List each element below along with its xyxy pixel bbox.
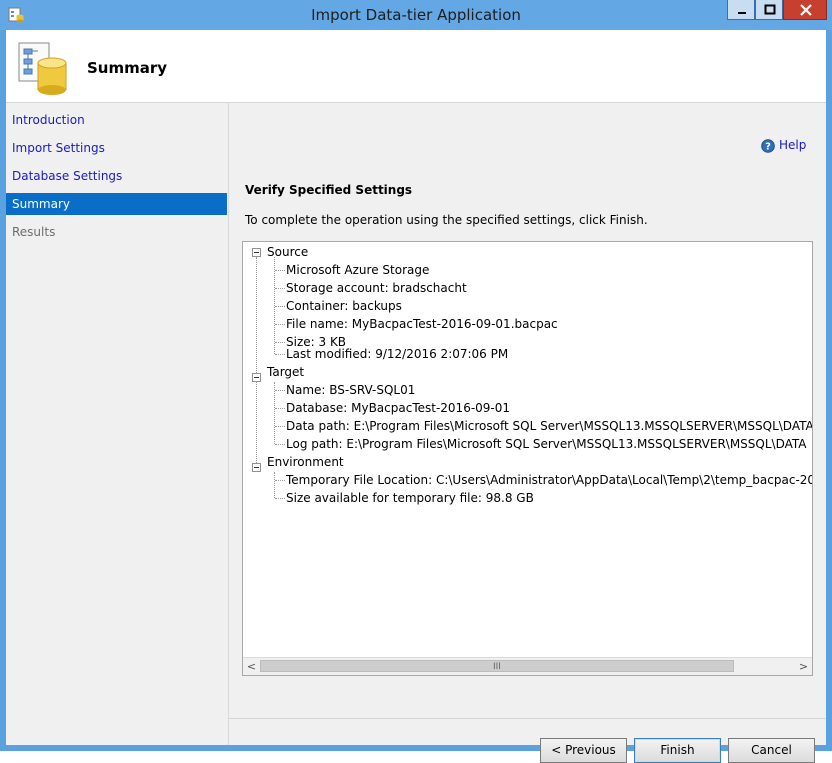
collapse-target-icon[interactable] (252, 373, 261, 382)
dialog-body: Summary Introduction Import Settings Dat… (6, 30, 826, 763)
close-icon (800, 4, 812, 16)
tree-item[interactable]: File name: MyBacpacTest-2016-09-01.bacpa… (286, 315, 558, 333)
page-header: Summary (6, 30, 826, 103)
maximize-button[interactable] (755, 0, 783, 20)
tree-node-target[interactable]: Target (267, 363, 304, 381)
nav-item-results: Results (12, 225, 56, 239)
summary-tree[interactable]: Source Microsoft Azure Storage Storage a… (242, 241, 813, 676)
close-button[interactable] (783, 0, 827, 20)
help-link[interactable]: Help (779, 138, 806, 152)
svg-text:?: ? (765, 142, 771, 153)
scroll-thumb[interactable]: III (260, 660, 734, 672)
collapse-source-icon[interactable] (252, 248, 261, 257)
nav-item-database-settings[interactable]: Database Settings (6, 165, 227, 187)
tree-connector (256, 257, 257, 373)
tree-connector (275, 444, 285, 445)
tree-connector (275, 342, 285, 343)
tree-item[interactable]: Temporary File Location: C:\Users\Admini… (286, 471, 812, 489)
tree-connector (275, 288, 285, 289)
tree-connector (274, 472, 275, 498)
collapse-environment-icon[interactable] (252, 463, 261, 472)
minimize-icon (738, 12, 746, 14)
grip-icon: III (493, 662, 501, 672)
database-icon (18, 42, 67, 95)
dialog-window: Import Data-tier Application Summary Int… (0, 0, 832, 763)
minimize-button[interactable] (727, 0, 755, 20)
tree-item[interactable]: Data path: E:\Program Files\Microsoft SQ… (286, 417, 812, 435)
tree-item[interactable]: Log path: E:\Program Files\Microsoft SQL… (286, 435, 807, 453)
tree-connector (275, 408, 285, 409)
tree-connector (275, 390, 285, 391)
scroll-right-button[interactable]: > (795, 658, 812, 675)
tree-connector (275, 480, 285, 481)
tree-connector (275, 354, 285, 355)
tree-item[interactable]: Name: BS-SRV-SQL01 (286, 381, 415, 399)
tree-connector (275, 324, 285, 325)
tree-item[interactable]: Container: backups (286, 297, 402, 315)
tree-item[interactable]: Database: MyBacpacTest-2016-09-01 (286, 399, 510, 417)
main-panel: ? Help Verify Specified Settings To comp… (229, 103, 826, 763)
tree-connector (256, 382, 257, 463)
wizard-nav: Introduction Import Settings Database Se… (6, 103, 229, 745)
scroll-left-button[interactable]: < (243, 658, 260, 675)
tree-connector (275, 270, 285, 271)
tree-connector (275, 306, 285, 307)
nav-item-summary[interactable]: Summary (6, 193, 227, 215)
tree-connector (274, 382, 275, 444)
maximize-icon (764, 4, 776, 15)
tree-connector (275, 498, 285, 499)
tree-item[interactable]: Last modified: 9/12/2016 2:07:06 PM (286, 345, 508, 363)
title-bar[interactable]: Import Data-tier Application (0, 0, 832, 30)
horizontal-scrollbar[interactable]: < III > (243, 657, 812, 675)
nav-item-import-settings[interactable]: Import Settings (6, 137, 227, 159)
tree-item[interactable]: Microsoft Azure Storage (286, 261, 429, 279)
page-title: Summary (87, 59, 168, 77)
tree-connector (275, 426, 285, 427)
instruction-text: To complete the operation using the spec… (245, 213, 648, 227)
tree-item[interactable]: Size available for temporary file: 98.8 … (286, 489, 534, 507)
section-title: Verify Specified Settings (245, 183, 413, 197)
footer-divider (229, 718, 826, 719)
tree-item[interactable]: Storage account: bradschacht (286, 279, 467, 297)
help-icon[interactable]: ? (761, 139, 775, 153)
nav-item-introduction[interactable]: Introduction (6, 109, 227, 131)
window-title: Import Data-tier Application (311, 6, 521, 24)
tree-node-environment[interactable]: Environment (267, 453, 344, 471)
